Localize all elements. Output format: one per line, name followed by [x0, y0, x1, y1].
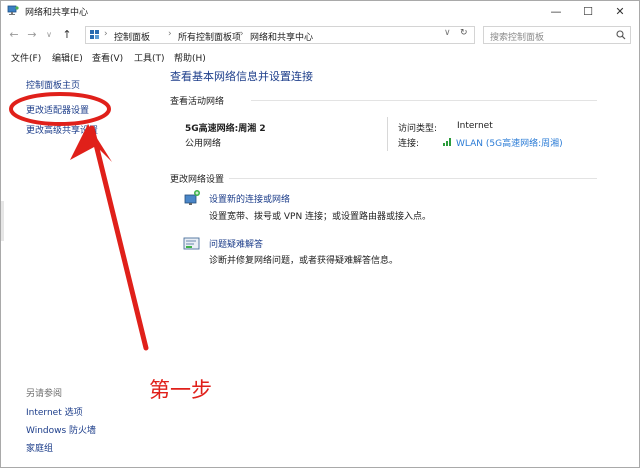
- annotation-step-label: 第一步: [149, 378, 212, 402]
- annotation-arrow-shaft: [89, 125, 149, 351]
- annotation-overlay: 第一步: [9, 92, 212, 402]
- annotation-arrow-head: [70, 124, 112, 162]
- annotation-circle: [9, 92, 111, 126]
